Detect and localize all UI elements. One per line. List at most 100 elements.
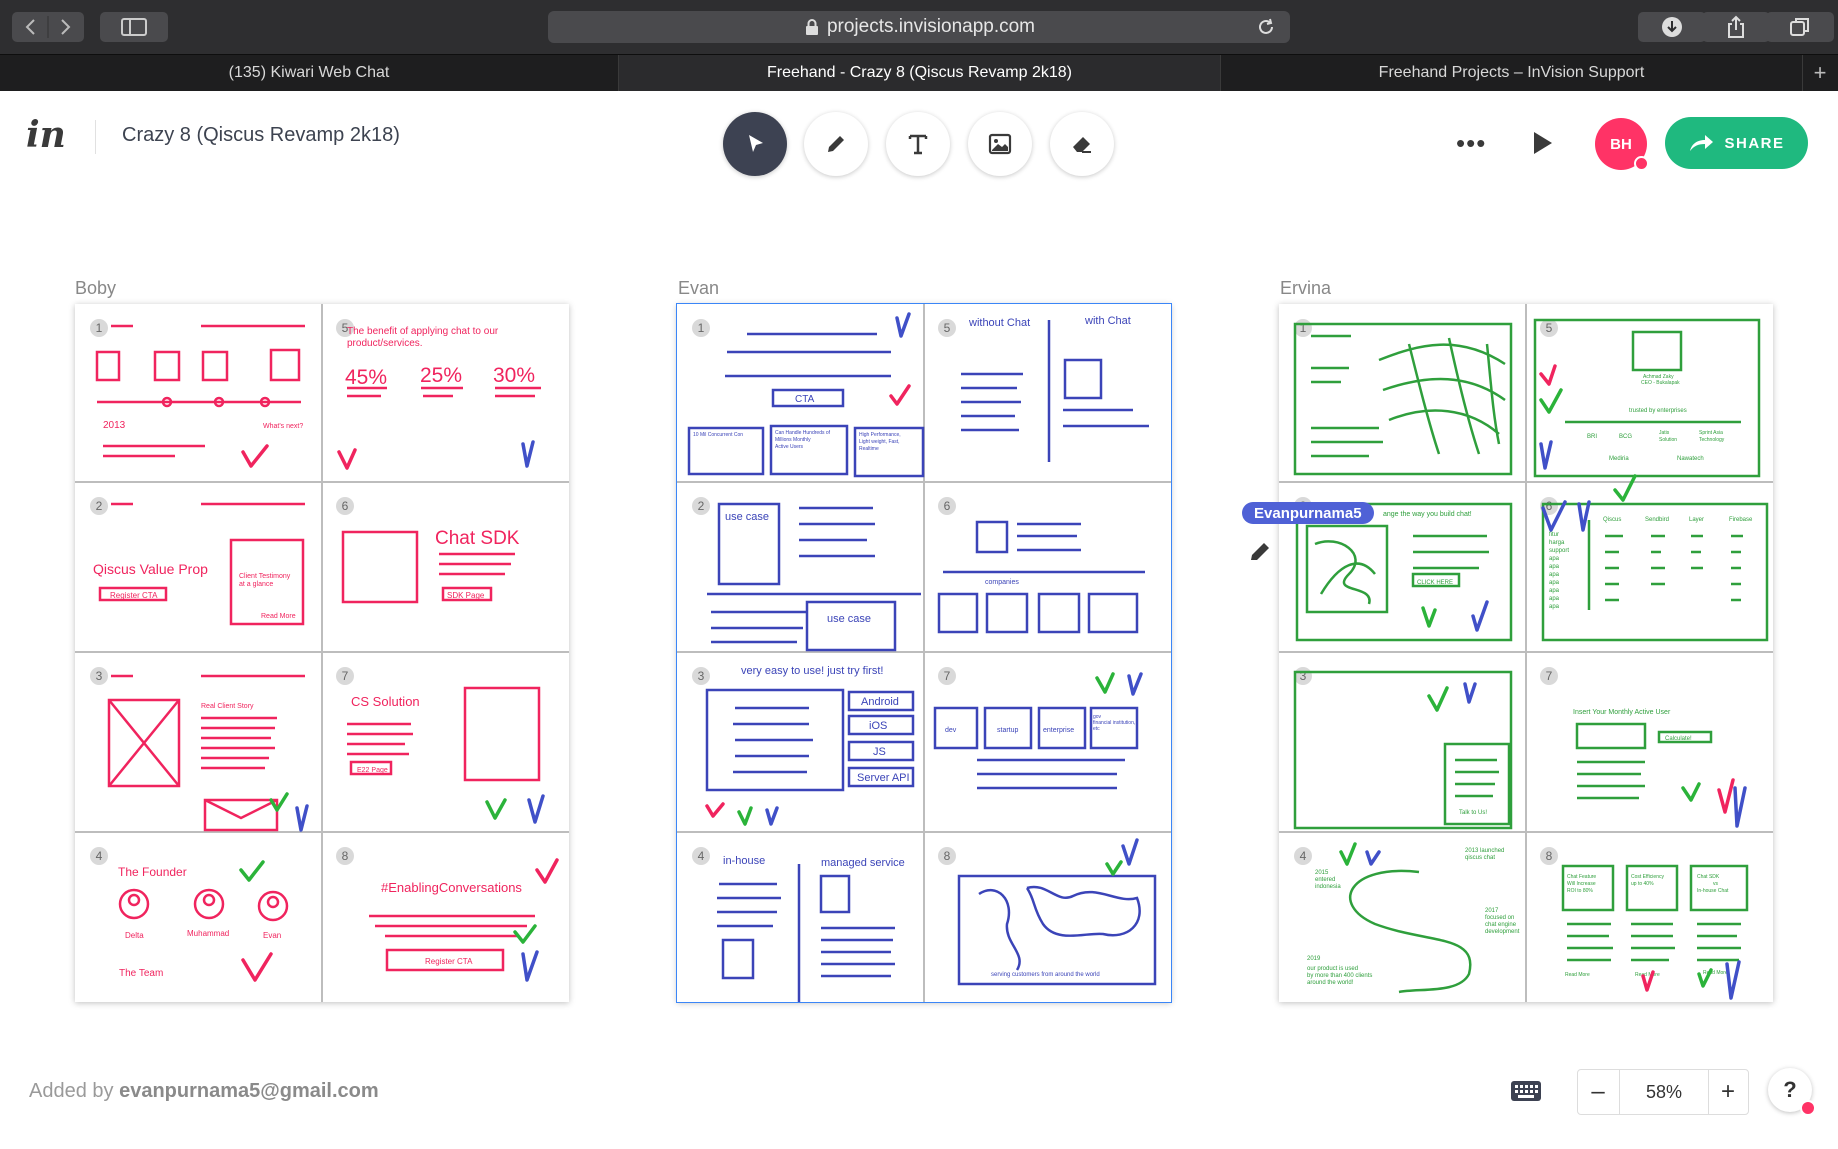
collaborator-tag: Evanpurnama5 (1242, 502, 1374, 524)
sketch-text: by more than 400 clients (1307, 973, 1372, 979)
image-icon (988, 133, 1012, 155)
board-label-ervina: Ervina (1280, 278, 1332, 298)
sketch-text: #EnablingConversations (381, 880, 522, 895)
sketch-text: indonesia (1315, 884, 1341, 890)
header-divider (95, 120, 96, 154)
board-label-evan: Evan (678, 278, 720, 298)
pointer-tool-button[interactable] (723, 112, 787, 176)
sketch-text: CS Solution (351, 694, 420, 709)
sketch-text: very easy to use! just try first! (741, 665, 883, 677)
address-bar[interactable]: projects.invisionapp.com (548, 11, 1290, 43)
sketch-text: Millions Monthly (775, 437, 811, 443)
pointer-icon (749, 135, 763, 152)
sketch-text: Sprint Asia (1699, 430, 1723, 436)
downloads-button[interactable] (1638, 12, 1706, 42)
zoom-level[interactable]: 58% (1619, 1070, 1709, 1114)
sketch-text: Talk to Us! (1459, 810, 1487, 816)
sketch-board-boby[interactable]: 1 5 2 6 3 7 4 8 2013 What's next? The be… (75, 304, 569, 1002)
share-label: SHARE (1724, 134, 1785, 152)
back-forward-icon (25, 16, 71, 38)
browser-tab-support[interactable]: Freehand Projects – InVision Support (1221, 55, 1803, 91)
help-notification-dot (1800, 1100, 1816, 1116)
zoom-in-button[interactable]: + (1708, 1070, 1748, 1114)
tabs-icon (1790, 18, 1809, 36)
play-icon[interactable] (1532, 130, 1554, 156)
share-arrow-icon (1690, 135, 1714, 151)
sketch-text: In-house Chat (1697, 888, 1729, 894)
pencil-tool-button[interactable] (804, 112, 868, 176)
sketch-text: 2013 launched (1465, 848, 1504, 854)
cell-number: 2 (698, 499, 705, 513)
tabs-overview-button[interactable] (1766, 12, 1834, 42)
sketch-text: 2017 (1485, 908, 1499, 914)
cell-number: 3 (96, 669, 103, 683)
sketch-text: trusted by enterprises (1629, 408, 1687, 414)
cell-number: 3 (698, 669, 705, 683)
image-tool-button[interactable] (968, 112, 1032, 176)
tab-label: Freehand - Crazy 8 (Qiscus Revamp 2k18) (767, 64, 1072, 81)
cell-number: 4 (1300, 849, 1307, 863)
collaborator-pencil-icon (1251, 543, 1269, 560)
cell-number: 4 (698, 849, 705, 863)
sketch-text: Cost Efficiency (1631, 874, 1664, 880)
text-tool-button[interactable] (886, 112, 950, 176)
more-options-icon[interactable]: ••• (1456, 128, 1486, 159)
sketch-text: Nawatech (1677, 456, 1704, 462)
sketch-text: CEO - Bukalapak (1641, 380, 1680, 386)
share-button[interactable]: SHARE (1665, 117, 1808, 169)
sketch-text: apa (1549, 564, 1560, 570)
sketch-board-evan[interactable]: 1 5 2 6 3 7 4 8 CTA 10 Mil Concurrent Co… (676, 303, 1172, 1003)
sketch-text: in-house (723, 855, 765, 867)
sketch-text: Mediria (1609, 456, 1629, 462)
sketch-text: ange the way you build chat! (1383, 511, 1472, 518)
share-sheet-button[interactable] (1702, 12, 1770, 42)
cell-number: 8 (342, 849, 349, 863)
browser-tab-freehand[interactable]: Freehand - Crazy 8 (Qiscus Revamp 2k18) (619, 55, 1221, 91)
cell-number: 5 (1546, 321, 1553, 335)
cell-number: 1 (698, 321, 705, 335)
sketch-text: entered (1315, 877, 1335, 883)
sketch-text: serving customers from around the world (991, 972, 1100, 978)
sketch-text: High Performance, (859, 432, 901, 438)
project-title[interactable]: Crazy 8 (Qiscus Revamp 2k18) (122, 124, 400, 147)
sketch-text: Read More (261, 613, 296, 620)
sketch-text: support (1549, 548, 1569, 554)
sketch-text: Delta (125, 931, 144, 940)
eraser-tool-button[interactable] (1050, 112, 1114, 176)
sketch-text: Sendbird (1645, 517, 1669, 523)
sketch-text: Real Client Story (201, 703, 254, 710)
sketch-text: 10 Mil Concurrent Con (693, 432, 743, 438)
zoom-out-button[interactable]: – (1578, 1070, 1618, 1114)
sketch-text: CLICK HERE (1417, 580, 1453, 586)
sketch-text: with Chat (1084, 315, 1131, 327)
sketch-text: Can Handle Hundreds of (775, 430, 831, 436)
sketch-text: apa (1549, 572, 1560, 578)
sketch-text: iOS (869, 720, 887, 732)
sketch-text: Qiscus (1603, 517, 1621, 523)
keyboard-icon[interactable] (1510, 1080, 1542, 1102)
sketch-text: apa (1549, 556, 1560, 562)
new-tab-button[interactable]: + (1802, 55, 1838, 91)
browser-tab-kiwari[interactable]: (135) Kiwari Web Chat (0, 55, 619, 91)
sketch-text: Technology (1699, 437, 1725, 443)
sketch-text: Layer (1689, 517, 1704, 523)
invision-logo[interactable]: in (26, 114, 66, 156)
sketch-text: What's next? (263, 423, 303, 430)
sketch-text: JS (873, 746, 886, 758)
sketch-text: up to 40% (1631, 881, 1654, 887)
url-text: projects.invisionapp.com (826, 16, 1036, 37)
back-forward-buttons[interactable] (12, 12, 84, 42)
sketch-text: at a glance (239, 581, 273, 588)
zoom-control: – 58% + (1577, 1069, 1749, 1115)
sketch-text: Active Users (775, 444, 804, 450)
sketch-text: Realtime (859, 446, 879, 452)
sketch-text: managed service (821, 857, 905, 869)
sketch-text: fitur (1549, 532, 1559, 538)
cell-number: 7 (1546, 669, 1553, 683)
reload-icon[interactable] (1256, 17, 1276, 37)
sketch-text: dev (945, 727, 957, 734)
added-by-prefix: Added by (29, 1080, 114, 1102)
sketch-text: The Founder (118, 865, 187, 879)
sketch-board-ervina[interactable]: 1 5 2 6 3 7 4 8 (1279, 304, 1773, 1002)
sidebar-toggle-button[interactable] (100, 12, 168, 42)
